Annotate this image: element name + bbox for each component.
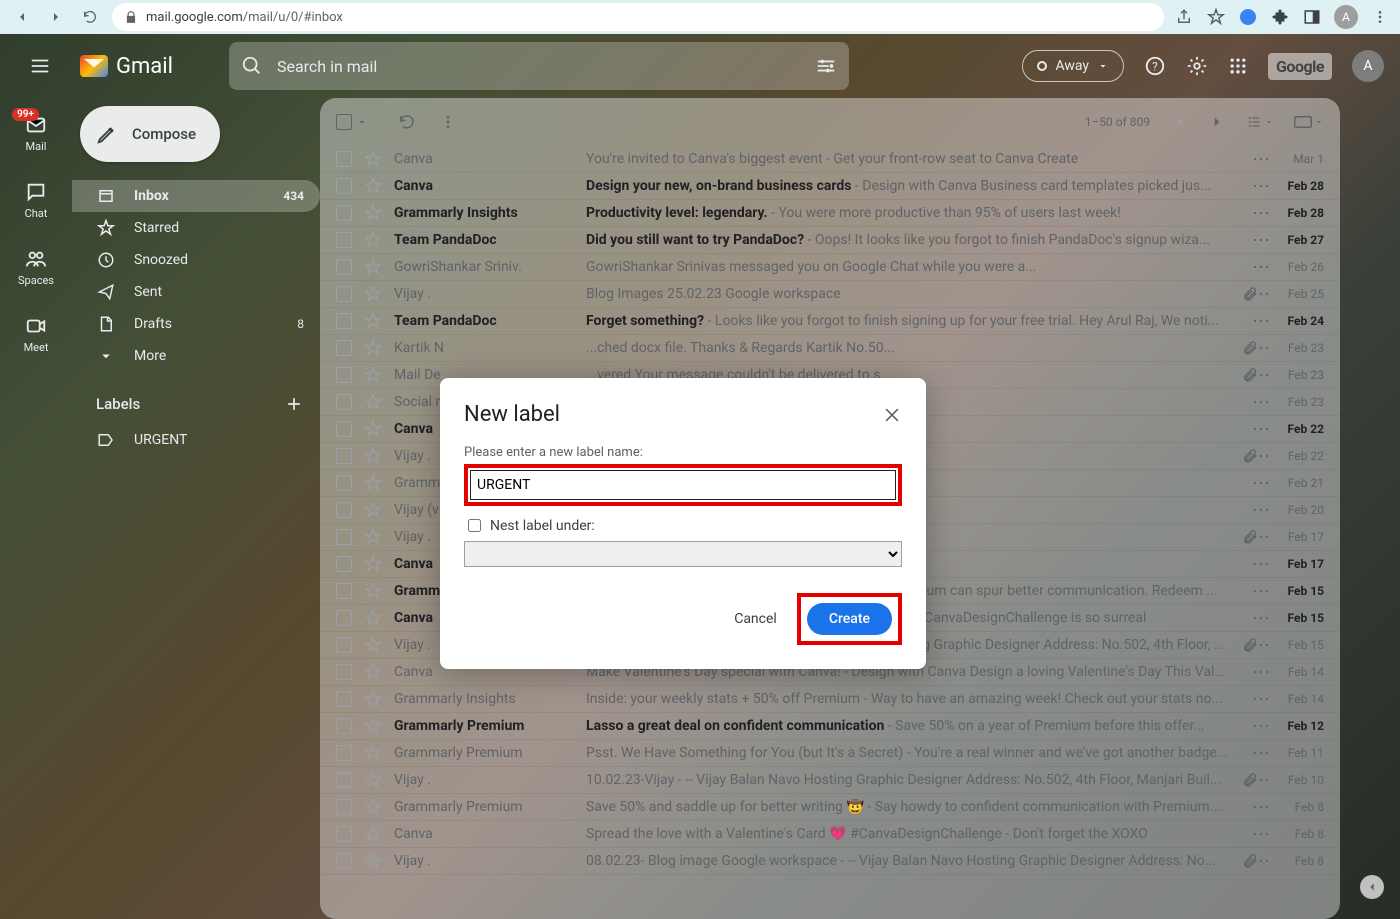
back-button[interactable] <box>10 5 34 29</box>
close-icon <box>882 405 902 425</box>
nest-parent-select[interactable] <box>464 541 902 567</box>
address-bar[interactable]: mail.google.com/mail/u/0/#inbox <box>112 3 1164 31</box>
extensions-icon[interactable] <box>1270 7 1290 27</box>
browser-toolbar: mail.google.com/mail/u/0/#inbox A <box>0 0 1400 34</box>
share-icon[interactable] <box>1174 7 1194 27</box>
nest-checkbox[interactable] <box>468 519 481 532</box>
highlight-create-box: Create <box>797 593 902 645</box>
extension-dot-icon[interactable] <box>1238 7 1258 27</box>
url-path: /mail/u/0/#inbox <box>243 10 343 25</box>
highlight-input-box <box>464 464 902 506</box>
url-host: mail.google.com <box>146 10 243 25</box>
browser-menu-icon[interactable] <box>1370 7 1390 27</box>
panel-icon[interactable] <box>1302 7 1322 27</box>
nest-label: Nest label under: <box>490 518 595 534</box>
label-name-input[interactable] <box>470 470 896 500</box>
bookmark-star-icon[interactable] <box>1206 7 1226 27</box>
dialog-title: New label <box>464 402 560 427</box>
browser-profile-avatar[interactable]: A <box>1334 5 1358 29</box>
lock-icon <box>124 10 138 24</box>
cancel-button[interactable]: Cancel <box>722 603 789 635</box>
create-button[interactable]: Create <box>807 603 892 635</box>
close-button[interactable] <box>882 405 902 425</box>
new-label-dialog: New label Please enter a new label name:… <box>440 378 926 669</box>
forward-button[interactable] <box>44 5 68 29</box>
label-name-prompt: Please enter a new label name: <box>464 445 902 460</box>
reload-button[interactable] <box>78 5 102 29</box>
